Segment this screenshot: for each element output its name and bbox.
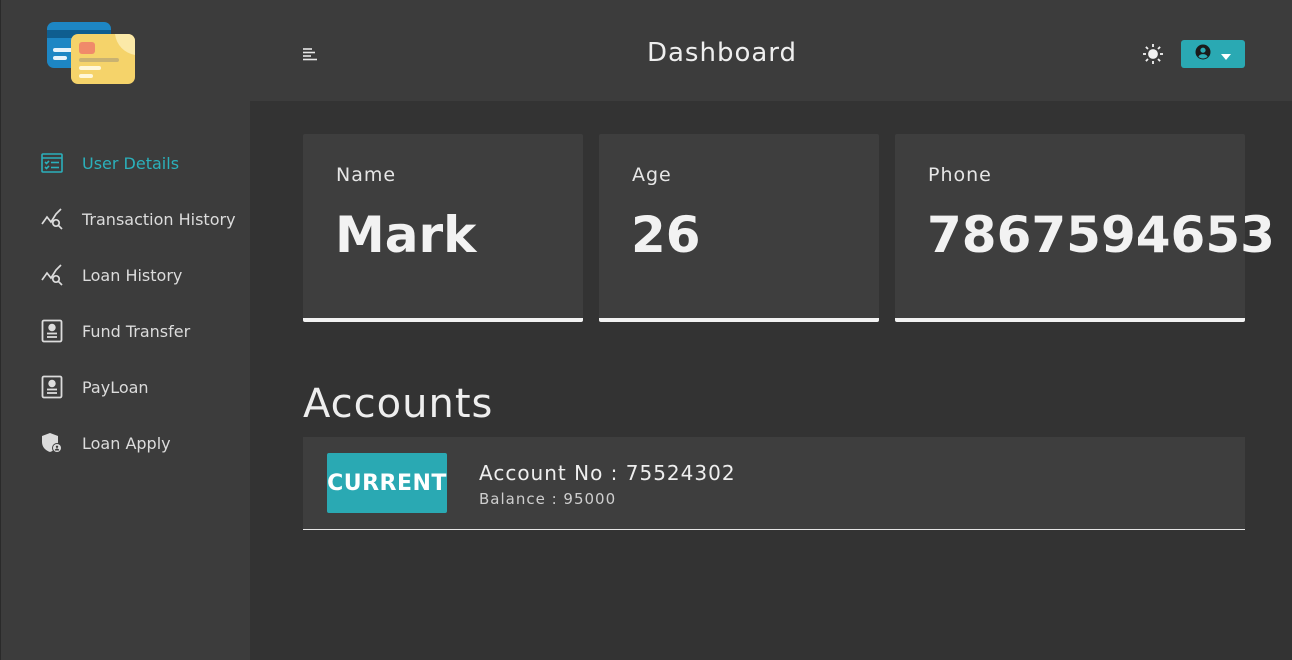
sidebar-item-loan-history[interactable]: Loan History: [1, 247, 251, 303]
phone-card: Phone 7867594653: [895, 134, 1275, 322]
sidebar-nav: User Details Transaction History Loan Hi…: [1, 135, 251, 471]
name-card: Name Mark: [303, 134, 583, 322]
shield-user-icon: [41, 431, 67, 455]
page-title: Dashboard: [646, 38, 798, 68]
card-value: 7867594653: [927, 206, 1275, 264]
accounts-heading: Accounts: [303, 381, 494, 427]
sidebar-item-label: PayLoan: [82, 377, 149, 397]
sidebar-item-label: Fund Transfer: [82, 321, 191, 341]
contact-card-icon: [41, 375, 67, 399]
sidebar-item-user-details[interactable]: User Details: [1, 135, 251, 191]
sidebar-item-label: Transaction History: [82, 209, 236, 229]
chart-search-icon: [41, 263, 67, 287]
card-value: Mark: [335, 206, 477, 264]
top-header: Dashboard: [250, 0, 1292, 101]
user-circle-icon: [1195, 44, 1211, 64]
sidebar-item-loan-apply[interactable]: Loan Apply: [1, 415, 251, 471]
age-card: Age 26: [599, 134, 879, 322]
sun-icon[interactable]: [1142, 43, 1164, 65]
caret-down-icon: [1221, 45, 1231, 64]
user-details-icon: [41, 151, 67, 175]
card-caption: Age: [632, 164, 672, 186]
chart-search-icon: [41, 207, 67, 231]
sidebar: User Details Transaction History Loan Hi…: [0, 0, 250, 660]
sidebar-item-label: Loan History: [82, 265, 183, 285]
sidebar-item-fund-transfer[interactable]: Fund Transfer: [1, 303, 251, 359]
account-number: Account No : 75524302: [479, 461, 736, 485]
account-row[interactable]: CURRENT Account No : 75524302 Balance : …: [303, 437, 1245, 530]
sidebar-item-label: Loan Apply: [82, 433, 171, 453]
card-caption: Name: [336, 164, 397, 186]
main-content: Name Mark Age 26 Phone 7867594653 Accoun…: [250, 101, 1292, 660]
sidebar-item-label: User Details: [82, 153, 180, 173]
card-value: 26: [631, 206, 701, 264]
user-menu-button[interactable]: [1181, 40, 1245, 68]
sidebar-item-transaction-history[interactable]: Transaction History: [1, 191, 251, 247]
account-type-badge: CURRENT: [327, 453, 447, 513]
account-balance: Balance : 95000: [479, 490, 617, 508]
sidebar-item-payloan[interactable]: PayLoan: [1, 359, 251, 415]
credit-cards-logo[interactable]: [45, 20, 137, 88]
card-caption: Phone: [928, 164, 992, 186]
contact-card-icon: [41, 319, 67, 343]
